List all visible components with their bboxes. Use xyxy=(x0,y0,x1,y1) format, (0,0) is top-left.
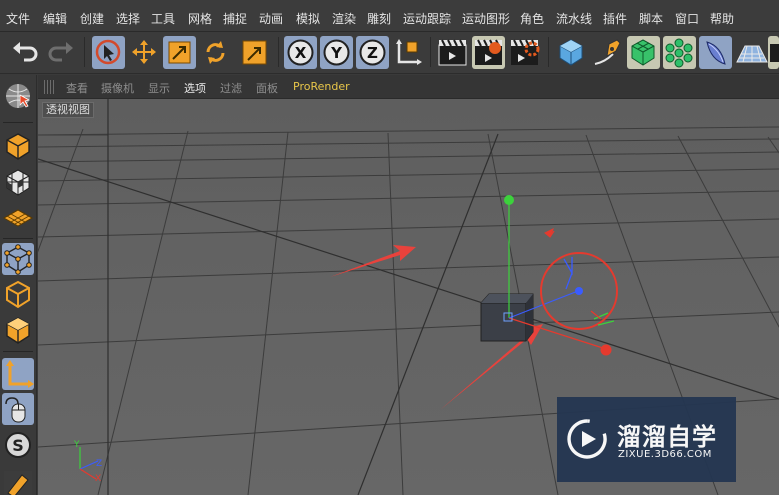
edges-mode-icon[interactable] xyxy=(2,278,34,310)
subdivision-surface-icon[interactable] xyxy=(627,36,660,69)
viewport-name-label: 透视视图 xyxy=(42,102,94,118)
y-axis-handle[interactable] xyxy=(504,195,514,205)
scale-icon[interactable] xyxy=(163,36,196,69)
pen-spline-icon[interactable] xyxy=(591,36,624,69)
menu-create[interactable]: 创建 xyxy=(80,10,104,27)
view-menu-grip-handle[interactable] xyxy=(44,80,56,94)
menu-tools[interactable]: 工具 xyxy=(151,10,175,27)
view-axis-indicator: Y Z X xyxy=(73,440,102,484)
menu-help[interactable]: 帮助 xyxy=(710,10,734,27)
watermark-url: ZIXUE.3D66.COM xyxy=(618,449,712,460)
axis-indicator-y-label: Y xyxy=(73,440,80,450)
redo-icon[interactable] xyxy=(44,36,77,69)
sculpt-brush-icon[interactable] xyxy=(2,465,34,495)
toolbar-divider xyxy=(84,37,85,67)
palette-divider xyxy=(3,351,33,352)
render-to-picture-viewer-icon[interactable] xyxy=(472,36,505,69)
cube-icon[interactable] xyxy=(555,36,588,69)
play-logo-icon xyxy=(567,419,607,459)
z-axis-lock-button[interactable]: Z xyxy=(356,36,389,69)
view-menu-filter[interactable]: 过滤 xyxy=(220,80,242,96)
recent-tool-icon[interactable] xyxy=(238,36,271,69)
menu-window[interactable]: 窗口 xyxy=(675,10,699,27)
points-mode-icon[interactable] xyxy=(2,243,34,275)
menu-select[interactable]: 选择 xyxy=(116,10,140,27)
cube-object[interactable] xyxy=(480,293,534,342)
snap-icon[interactable]: S xyxy=(2,429,34,461)
menu-simulate[interactable]: 模拟 xyxy=(296,10,320,27)
menu-character[interactable]: 角色 xyxy=(520,10,544,27)
x-axis-handle[interactable] xyxy=(600,344,612,356)
palette-divider xyxy=(3,238,33,239)
undo-icon[interactable] xyxy=(9,36,42,69)
main-toolbar: X Y Z xyxy=(0,32,779,74)
watermark-title: 溜溜自学 xyxy=(617,423,717,451)
view-menu-prorender[interactable]: ProRender xyxy=(293,80,350,93)
view-menu-view[interactable]: 查看 xyxy=(66,80,88,96)
menu-sculpt[interactable]: 雕刻 xyxy=(367,10,391,27)
make-editable-icon[interactable] xyxy=(2,130,34,162)
y-axis-lock-button[interactable]: Y xyxy=(320,36,353,69)
live-selection-icon[interactable] xyxy=(92,36,125,69)
deformer-icon[interactable] xyxy=(699,36,732,69)
move-icon[interactable] xyxy=(128,36,161,69)
rotate-icon[interactable] xyxy=(199,36,232,69)
menu-mesh[interactable]: 网格 xyxy=(188,10,212,27)
palette-divider xyxy=(3,122,33,123)
menu-mograph[interactable]: 运动图形 xyxy=(462,10,510,27)
toolbar-divider xyxy=(548,37,549,67)
z-axis-handle[interactable] xyxy=(575,287,583,295)
render-view-icon[interactable] xyxy=(436,36,469,69)
menu-render[interactable]: 渲染 xyxy=(332,10,356,27)
menu-pipeline[interactable]: 流水线 xyxy=(556,10,592,27)
mode-palette: S xyxy=(0,75,37,495)
render-settings-icon[interactable] xyxy=(508,36,541,69)
view-menu-display[interactable]: 显示 xyxy=(148,80,170,96)
watermark-badge: 溜溜自学 ZIXUE.3D66.COM xyxy=(557,397,736,482)
menu-script[interactable]: 脚本 xyxy=(639,10,663,27)
x-axis-lock-label: X xyxy=(295,44,307,62)
menu-animate[interactable]: 动画 xyxy=(259,10,283,27)
x-axis-lock-button[interactable]: X xyxy=(284,36,317,69)
menu-snap[interactable]: 捕捉 xyxy=(223,10,247,27)
toolbar-divider xyxy=(278,37,279,67)
world-coordinates-icon[interactable] xyxy=(392,36,425,69)
toolbar-divider xyxy=(430,37,431,67)
view-switch-icon[interactable] xyxy=(2,81,34,113)
y-axis-lock-label: Y xyxy=(330,44,343,62)
workplane-icon[interactable] xyxy=(2,202,34,234)
menu-motion-tracking[interactable]: 运动跟踪 xyxy=(403,10,451,27)
annotation-arrow-left xyxy=(330,245,416,277)
menu-file[interactable]: 文件 xyxy=(6,10,30,27)
main-menu-bar: 文件 编辑 创建 选择 工具 网格 捕捉 动画 模拟 渲染 雕刻 运动跟踪 运动… xyxy=(0,0,779,32)
axis-indicator-z-label: Z xyxy=(96,459,102,469)
polygons-mode-icon[interactable] xyxy=(2,314,34,346)
view-menu-panel[interactable]: 面板 xyxy=(256,80,278,96)
tweak-mode-icon[interactable] xyxy=(2,393,34,425)
camera-icon[interactable] xyxy=(768,36,779,69)
menu-edit[interactable]: 编辑 xyxy=(43,10,67,27)
z-axis-lock-label: Z xyxy=(367,44,378,62)
menu-plugins[interactable]: 插件 xyxy=(603,10,627,27)
viewport-menu-bar: 查看 摄像机 显示 选项 过滤 面板 ProRender xyxy=(38,75,779,99)
enable-axis-icon[interactable] xyxy=(2,358,34,390)
svg-text:S: S xyxy=(12,436,24,455)
view-menu-options[interactable]: 选项 xyxy=(184,80,206,96)
texture-mode-icon[interactable] xyxy=(2,166,34,198)
cloner-icon[interactable] xyxy=(663,36,696,69)
axis-indicator-x-label: X xyxy=(95,474,101,484)
floor-icon[interactable] xyxy=(735,36,768,69)
view-menu-cameras[interactable]: 摄像机 xyxy=(101,80,134,96)
